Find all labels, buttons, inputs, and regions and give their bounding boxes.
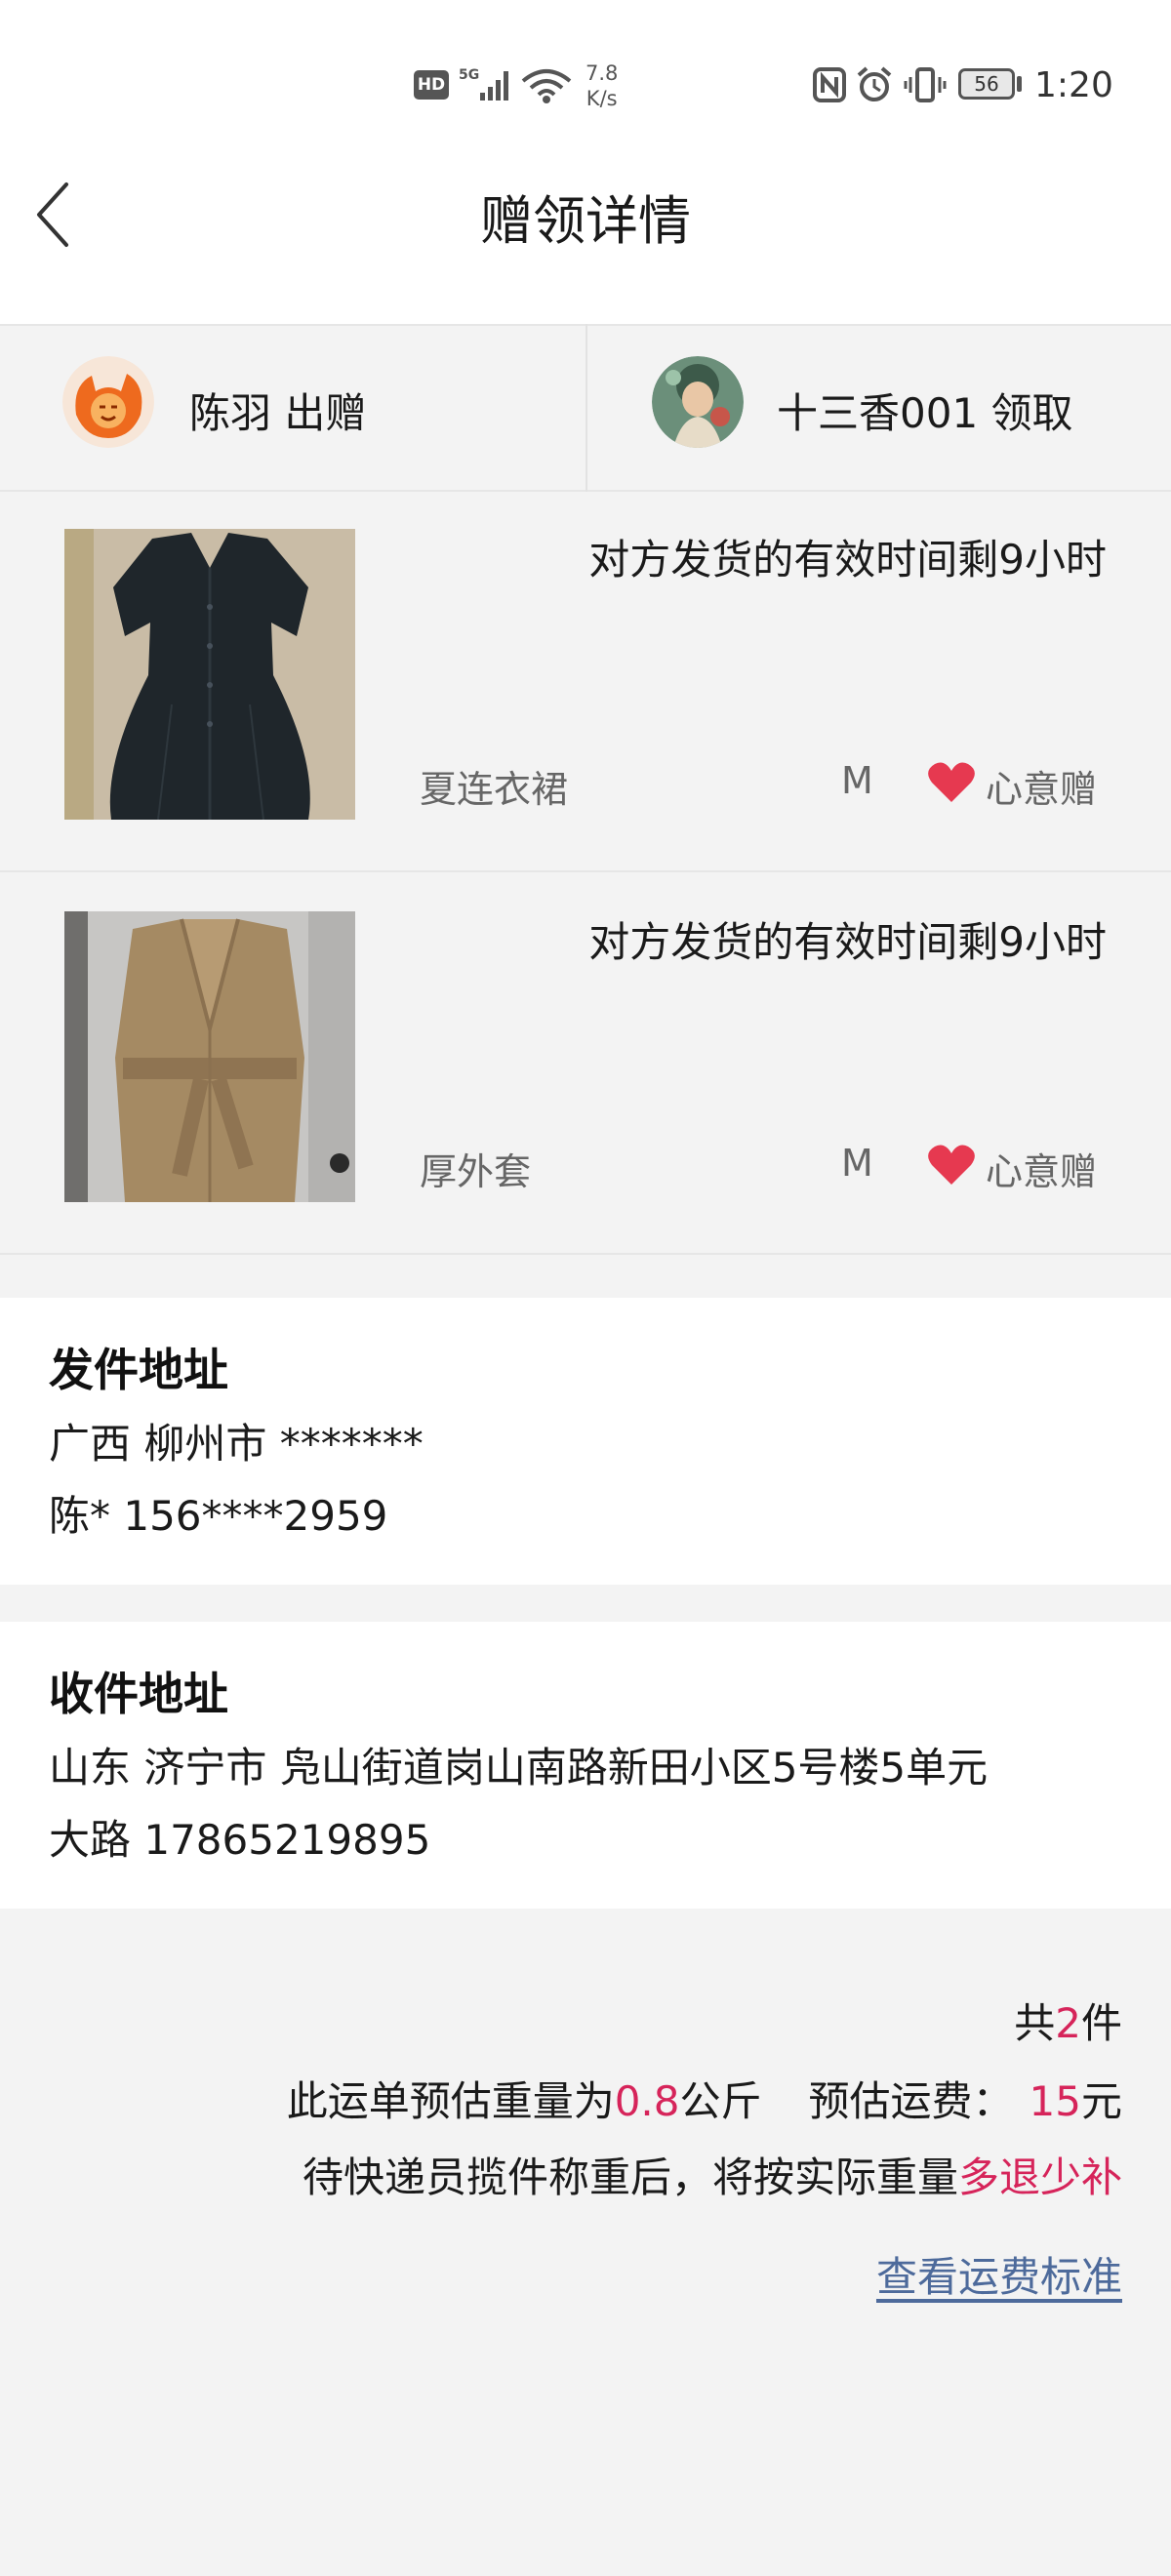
battery-indicator: 56 <box>958 68 1015 100</box>
participants-divider <box>586 324 587 492</box>
heart-icon <box>927 1144 976 1187</box>
item-thumbnail-coat[interactable] <box>64 911 355 1202</box>
giver-avatar[interactable] <box>62 356 154 448</box>
wifi-icon <box>519 60 574 109</box>
fee-value: 15 <box>1029 2077 1081 2125</box>
receiver-avatar[interactable] <box>652 356 744 448</box>
item-count-suffix: 件 <box>1080 1999 1122 2047</box>
item-name: 夏连衣裙 <box>420 768 569 811</box>
network-speed: 7.8 K/s <box>586 60 619 110</box>
receiver-address-title: 收件地址 <box>49 1668 228 1720</box>
giver-name: 陈羽 <box>189 389 272 437</box>
heart-icon <box>927 761 976 804</box>
receiver-action: 领取 <box>990 389 1073 437</box>
ship-deadline: 对方发货的有效时间剩9小时 <box>588 536 1107 584</box>
item-count: 共2件 <box>1014 1991 1122 2050</box>
ship-deadline: 对方发货的有效时间剩9小时 <box>588 918 1107 966</box>
weighing-note-text: 待快递员揽件称重后，将按实际重量 <box>302 2153 958 2201</box>
signal-icon: 5G <box>459 60 513 109</box>
item-count-value: 2 <box>1055 1999 1081 2047</box>
alarm-icon <box>855 60 894 109</box>
fee-label: 预估运费： <box>808 2077 1014 2125</box>
weighing-note: 待快递员揽件称重后，将按实际重量多退少补 <box>303 2145 1122 2204</box>
weight-fee-line: 此运单预估重量为0.8公斤 预估运费： 15元 <box>287 2069 1122 2128</box>
giver-label: 陈羽 出赠 <box>189 381 366 440</box>
page-title: 赠领详情 <box>480 190 691 252</box>
hd-badge: HD <box>414 70 449 100</box>
weight-unit: 公斤 <box>679 2077 762 2125</box>
receiver-address-line: 山东 济宁市 凫山街道岗山南路新田小区5号楼5单元 <box>49 1744 989 1791</box>
fee-unit: 元 <box>1080 2077 1122 2125</box>
network-type-label: 5G <box>459 67 479 83</box>
receiver-name: 十三香001 <box>777 389 979 437</box>
weight-prefix: 此运单预估重量为 <box>286 2077 615 2125</box>
view-fee-standard-link[interactable]: 查看运费标准 <box>876 2244 1122 2304</box>
receiver-label: 十三香001 领取 <box>777 381 1073 440</box>
sender-address-title: 发件地址 <box>49 1344 228 1396</box>
giver-action: 出赠 <box>284 389 367 437</box>
sender-contact-line: 陈* 156****2959 <box>49 1492 388 1540</box>
weighing-note-highlight: 多退少补 <box>957 2153 1122 2201</box>
gift-detail-page: HD 5G 7.8 K/s 56 1:20 赠领详情 陈羽 出赠 十三香001 … <box>0 0 1171 2576</box>
receiver-contact-line: 大路 17865219895 <box>49 1816 431 1864</box>
item-size: M <box>841 1142 873 1185</box>
nfc-icon <box>812 60 847 109</box>
status-time: 1:20 <box>1034 64 1113 105</box>
weight-value: 0.8 <box>614 2077 680 2125</box>
speed-value: 7.8 <box>586 61 619 85</box>
item-size: M <box>841 759 873 802</box>
gift-type: 心意赠 <box>986 1150 1098 1193</box>
item-thumbnail-dress[interactable] <box>64 529 355 820</box>
sender-address-line: 广西 柳州市 ******* <box>49 1420 424 1468</box>
vibrate-icon <box>904 60 947 109</box>
item-name: 厚外套 <box>420 1150 532 1193</box>
gift-type: 心意赠 <box>986 768 1098 811</box>
speed-unit: K/s <box>586 87 618 110</box>
item-count-prefix: 共 <box>1014 1999 1056 2047</box>
battery-tip <box>1017 76 1022 92</box>
